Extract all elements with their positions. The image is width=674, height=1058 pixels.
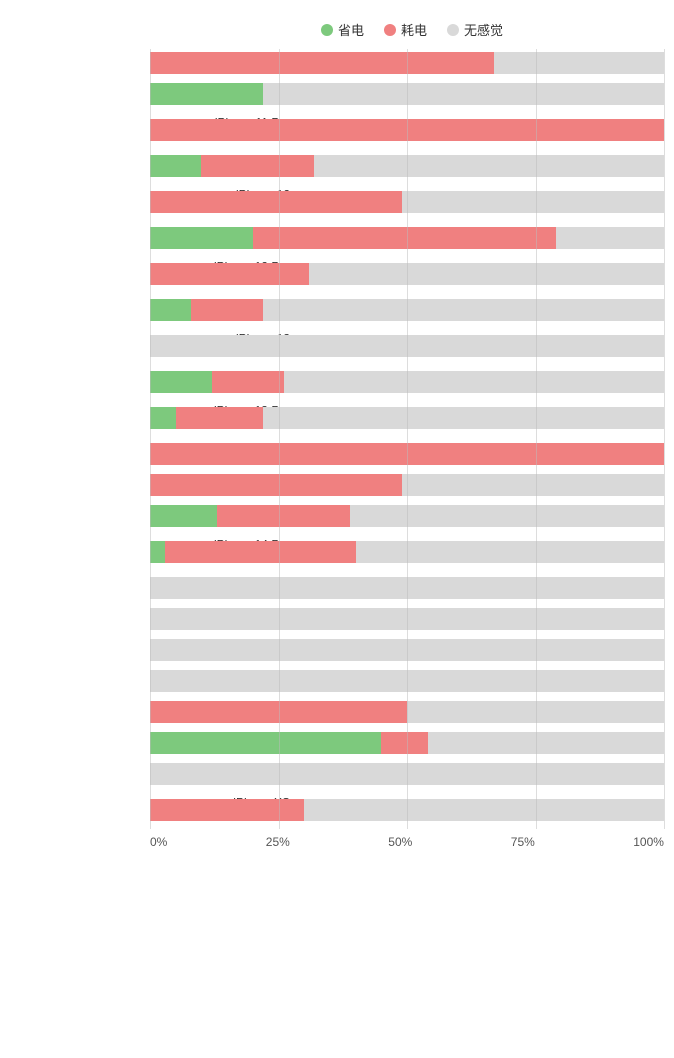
bar-track xyxy=(150,639,664,661)
chart-legend: 省电 耗电 无感觉 xyxy=(0,20,674,39)
bar-track xyxy=(150,119,664,141)
bar-track xyxy=(150,299,664,321)
table-row: iPhone 12 xyxy=(150,152,664,180)
bar-segment-draining xyxy=(191,299,263,321)
x-label-25: 25% xyxy=(266,835,290,849)
legend-neutral: 无感觉 xyxy=(447,20,503,39)
bar-track xyxy=(150,443,664,465)
bar-segment-draining xyxy=(150,119,664,141)
bar-track xyxy=(150,608,664,630)
bar-segment-saving xyxy=(150,155,201,177)
x-label-100: 100% xyxy=(633,835,664,849)
bar-segment-draining xyxy=(150,191,402,213)
table-row: iPhone 11 Pro xyxy=(150,80,664,108)
bar-track xyxy=(150,371,664,393)
bar-segment-draining xyxy=(165,541,355,563)
bar-segment-draining xyxy=(176,407,263,429)
bar-track xyxy=(150,52,664,74)
grid-line xyxy=(664,49,665,829)
x-axis: 0% 25% 50% 75% 100% xyxy=(0,835,674,849)
bar-track xyxy=(150,407,664,429)
table-row: iPhone 14 Pro xyxy=(150,502,664,530)
table-row: iPhone XSMax xyxy=(150,791,664,829)
legend-draining: 耗电 xyxy=(384,20,427,39)
legend-neutral-label: 无感觉 xyxy=(464,20,503,39)
table-row: iPhone 12mini xyxy=(150,183,664,221)
bar-track xyxy=(150,83,664,105)
bar-segment-draining xyxy=(212,371,284,393)
bar-track xyxy=(150,763,664,785)
chart-container: 省电 耗电 无感觉 iPhone 11iPhone 11 ProiPhone 1… xyxy=(0,10,674,879)
bar-segment-saving xyxy=(150,505,217,527)
table-row: iPhone 8 xyxy=(150,574,664,602)
bar-segment-draining xyxy=(253,227,556,249)
bar-segment-draining xyxy=(150,799,304,821)
bar-segment-saving xyxy=(150,227,253,249)
x-label-0: 0% xyxy=(150,835,167,849)
legend-saving-label: 省电 xyxy=(338,20,364,39)
table-row: iPhone XR xyxy=(150,729,664,757)
table-row: iPhone XS xyxy=(150,760,664,788)
legend-draining-dot xyxy=(384,24,396,36)
table-row: iPhone 14 ProMax xyxy=(150,533,664,571)
table-row: iPhone 14 xyxy=(150,440,664,468)
bar-track xyxy=(150,474,664,496)
bar-track xyxy=(150,335,664,357)
bar-segment-saving xyxy=(150,299,191,321)
bar-track xyxy=(150,799,664,821)
bar-track xyxy=(150,191,664,213)
table-row: iPhone 12 Pro xyxy=(150,224,664,252)
table-row: iPhone 14 Plus xyxy=(150,471,664,499)
legend-neutral-dot xyxy=(447,24,459,36)
legend-saving-dot xyxy=(321,24,333,36)
x-label-50: 50% xyxy=(388,835,412,849)
table-row: iPhone 13mini xyxy=(150,327,664,365)
table-row: iPhone X xyxy=(150,698,664,726)
bar-segment-draining xyxy=(381,732,427,754)
bar-track xyxy=(150,732,664,754)
table-row: iPhone 13 xyxy=(150,296,664,324)
table-row: iPhone 12 ProMax xyxy=(150,255,664,293)
table-row: iPhone SE 第2代 xyxy=(150,636,664,664)
table-row: iPhone 13 Pro xyxy=(150,368,664,396)
bar-segment-saving xyxy=(150,371,212,393)
bar-segment-draining xyxy=(150,474,402,496)
bar-segment-saving xyxy=(150,83,263,105)
legend-saving: 省电 xyxy=(321,20,364,39)
bar-segment-draining xyxy=(217,505,351,527)
bar-segment-draining xyxy=(150,443,664,465)
table-row: iPhone 13 ProMax xyxy=(150,399,664,437)
table-row: iPhone 11 ProMax xyxy=(150,111,664,149)
table-row: iPhone 11 xyxy=(150,49,664,77)
bar-track xyxy=(150,263,664,285)
bar-segment-saving xyxy=(150,541,165,563)
bar-track xyxy=(150,541,664,563)
bar-track xyxy=(150,701,664,723)
bar-track xyxy=(150,505,664,527)
bar-track xyxy=(150,670,664,692)
bar-segment-saving xyxy=(150,407,176,429)
bar-segment-draining xyxy=(150,52,494,74)
x-label-75: 75% xyxy=(511,835,535,849)
table-row: iPhone 8 Plus xyxy=(150,605,664,633)
bar-segment-draining xyxy=(150,701,407,723)
bar-track xyxy=(150,155,664,177)
bar-segment-draining xyxy=(150,263,309,285)
bar-segment-saving xyxy=(150,732,381,754)
bar-segment-draining xyxy=(201,155,314,177)
bar-track xyxy=(150,227,664,249)
table-row: iPhone SE 第3代 xyxy=(150,667,664,695)
bar-track xyxy=(150,577,664,599)
chart-bars-area: iPhone 11 iPhone 11 Pro iPhone 11 ProMax iP… xyxy=(0,49,674,829)
legend-draining-label: 耗电 xyxy=(401,20,427,39)
